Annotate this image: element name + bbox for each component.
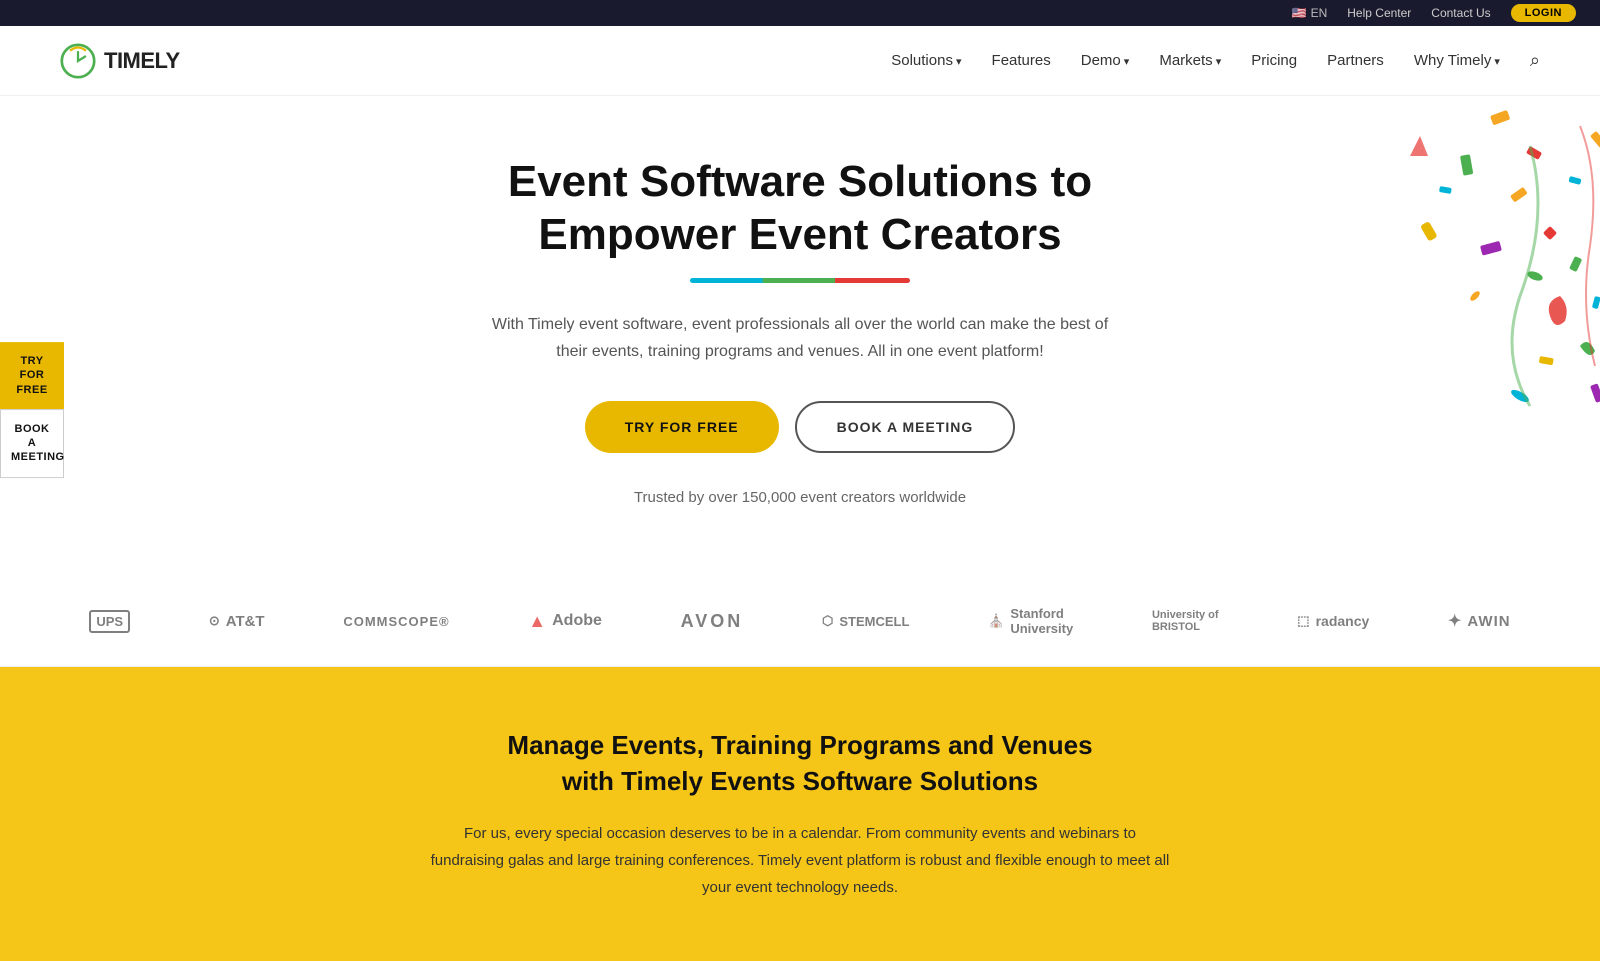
- logo-link[interactable]: TIMELY: [60, 43, 180, 79]
- logos-bar: UPS ⊙ AT&T COMMSCOPE® ▲ Adobe AVON ⬡ STE…: [0, 586, 1600, 667]
- confetti-decoration: [1180, 96, 1600, 516]
- top-bar: 🇺🇸 EN Help Center Contact Us LOGIN: [0, 0, 1600, 26]
- side-book-meeting-button[interactable]: BOOK A MEETING: [0, 409, 64, 478]
- adobe-icon: ▲: [528, 611, 546, 632]
- yellow-heading: Manage Events, Training Programs and Ven…: [40, 727, 1560, 800]
- logo-att: ⊙ AT&T: [209, 613, 265, 630]
- try-for-free-button[interactable]: TRY FOR FREE: [585, 401, 779, 453]
- logo-avon: AVON: [681, 611, 744, 632]
- nav-demo[interactable]: Demo: [1081, 52, 1130, 69]
- language-label: EN: [1311, 6, 1328, 20]
- side-try-free-button[interactable]: TRY FOR FREE: [0, 342, 64, 409]
- logo-bristol: University ofBRISTOL: [1152, 609, 1219, 633]
- logo-commscope: COMMSCOPE®: [343, 614, 449, 629]
- logo-adobe: ▲ Adobe: [528, 611, 602, 632]
- flag-icon: 🇺🇸: [1292, 6, 1307, 20]
- logo-ups: UPS: [89, 610, 130, 633]
- login-button[interactable]: LOGIN: [1511, 4, 1576, 22]
- nav-why-timely[interactable]: Why Timely: [1414, 52, 1500, 69]
- language-selector[interactable]: 🇺🇸 EN: [1292, 6, 1328, 20]
- hero-heading: Event Software Solutions to Empower Even…: [440, 156, 1160, 262]
- contact-us-link[interactable]: Contact Us: [1431, 6, 1490, 20]
- nav-links: Solutions Features Demo Markets Pricing …: [891, 50, 1540, 71]
- book-a-meeting-button[interactable]: BOOK A MEETING: [795, 401, 1016, 453]
- hero-buttons: TRY FOR FREE BOOK A MEETING: [20, 401, 1580, 453]
- ups-icon: UPS: [89, 610, 130, 633]
- nav-pricing[interactable]: Pricing: [1251, 52, 1297, 69]
- hero-section: Event Software Solutions to Empower Even…: [0, 96, 1600, 586]
- nav-features[interactable]: Features: [992, 52, 1051, 69]
- yellow-body: For us, every special occasion deserves …: [430, 820, 1170, 901]
- nav-solutions[interactable]: Solutions: [891, 52, 961, 69]
- logo-stanford: ⛪ StanfordUniversity: [988, 606, 1073, 636]
- hero-subtext: With Timely event software, event profes…: [490, 311, 1110, 365]
- nav-partners[interactable]: Partners: [1327, 52, 1384, 69]
- logo-text: TIMELY: [104, 48, 180, 74]
- trust-text: Trusted by over 150,000 event creators w…: [20, 489, 1580, 506]
- side-buttons: TRY FOR FREE BOOK A MEETING: [0, 342, 64, 478]
- nav-markets[interactable]: Markets: [1159, 52, 1221, 69]
- awin-icon: ✦: [1448, 611, 1461, 631]
- hero-underline-decoration: [690, 278, 910, 283]
- att-icon: ⊙: [209, 613, 220, 629]
- logo-awin: ✦ AWIN: [1448, 611, 1511, 631]
- logo-stemcell: ⬡ STEMCELL: [822, 613, 909, 629]
- timely-logo-icon: [60, 43, 96, 79]
- navbar: TIMELY Solutions Features Demo Markets P…: [0, 26, 1600, 96]
- help-center-link[interactable]: Help Center: [1347, 6, 1411, 20]
- yellow-section: Manage Events, Training Programs and Ven…: [0, 667, 1600, 961]
- search-icon[interactable]: ⌕: [1530, 50, 1540, 71]
- logo-radancy: ⬚ radancy: [1297, 613, 1369, 629]
